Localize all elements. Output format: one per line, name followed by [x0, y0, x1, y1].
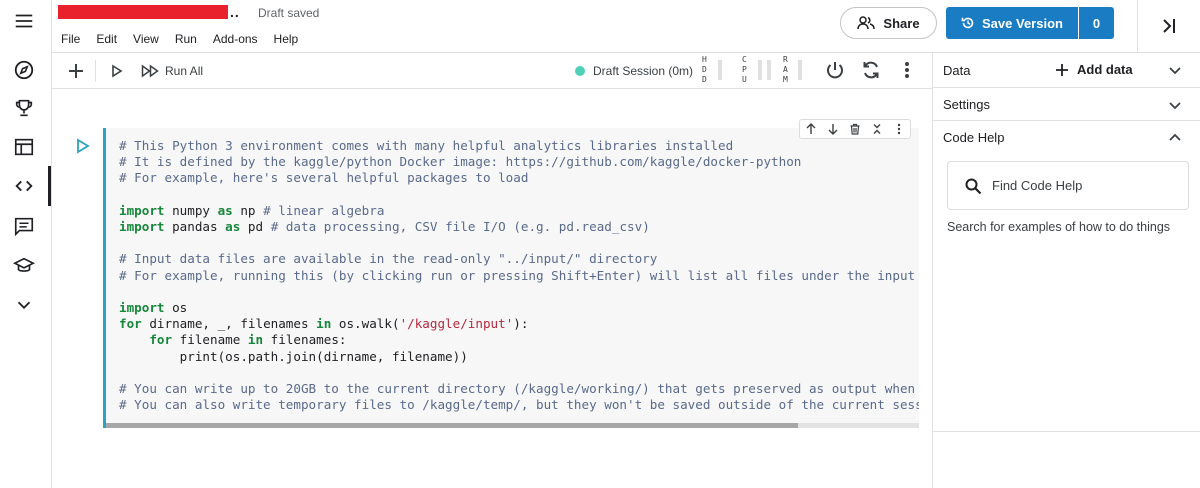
right-panel: Data Add data Settings Code Help Find Co…: [932, 53, 1200, 488]
panel-divider: [933, 431, 1200, 432]
history-icon: [961, 17, 974, 29]
chevron-down-icon: [1169, 67, 1181, 75]
find-code-help-placeholder: Find Code Help: [992, 178, 1083, 193]
session-status-dot: [575, 66, 585, 76]
fast-forward-icon: [141, 64, 159, 78]
code-line: # You can write up to 20GB to the curren…: [119, 381, 919, 397]
move-down-icon[interactable]: [827, 123, 839, 135]
code-line: for filename in filenames:: [149, 332, 347, 348]
left-rail: [0, 0, 52, 488]
notebook-title-redacted[interactable]: [58, 5, 228, 19]
active-indicator: [48, 166, 51, 206]
data-section-label: Data: [943, 62, 971, 78]
toolbar-separator: [95, 60, 96, 82]
menu-help[interactable]: Help: [274, 32, 299, 46]
title-ellipsis: ..: [230, 4, 240, 20]
draft-status: Draft saved: [258, 6, 320, 20]
power-icon[interactable]: [824, 59, 846, 86]
code-cell[interactable]: # This Python 3 environment comes with m…: [103, 128, 919, 428]
chevron-down-icon[interactable]: [0, 287, 48, 323]
add-data-button[interactable]: Add data: [1055, 62, 1133, 77]
code-line: # Input data files are available in the …: [119, 251, 658, 267]
code-line: print(os.path.join(dirname, filename)): [119, 348, 468, 364]
menu-view[interactable]: View: [133, 32, 159, 46]
cpu-meter-label: CPU: [742, 55, 747, 84]
menu-icon[interactable]: [0, 3, 48, 39]
run-cell-button[interactable]: [111, 60, 123, 82]
plus-icon: [69, 64, 83, 78]
session-status[interactable]: Draft Session (0m): [575, 64, 693, 78]
code-line: import os: [119, 300, 188, 316]
code-editor[interactable]: # This Python 3 environment comes with m…: [119, 138, 919, 413]
menu-addons[interactable]: Add-ons: [213, 32, 258, 46]
code-help-description: Search for examples of how to do things: [947, 220, 1171, 234]
settings-section-header[interactable]: Settings: [933, 88, 1200, 121]
code-line: # For example, here's several helpful pa…: [119, 170, 529, 186]
hdd-meter-label: HDD: [702, 55, 707, 84]
run-all-button[interactable]: Run All: [141, 60, 203, 82]
run-cell-icon[interactable]: [76, 138, 90, 159]
code-help-label: Code Help: [943, 130, 1005, 145]
data-section-header[interactable]: Data Add data: [933, 53, 1200, 88]
school-icon[interactable]: [0, 248, 48, 284]
share-label: Share: [883, 15, 920, 31]
code-line: import numpy as np # linear algebra: [119, 202, 385, 218]
version-count-button[interactable]: 0: [1079, 7, 1114, 39]
cell-more-icon[interactable]: [893, 123, 905, 135]
refresh-icon[interactable]: [860, 59, 882, 86]
cell-toolbar: [799, 119, 911, 139]
settings-label: Settings: [943, 96, 990, 112]
delete-icon[interactable]: [849, 123, 861, 135]
code-line: # For example, running this (by clicking…: [119, 267, 919, 283]
hdd-meter-bar: [718, 60, 722, 80]
move-up-icon[interactable]: [805, 123, 817, 135]
ram-meter-bar: [798, 60, 802, 80]
more-options-icon[interactable]: [898, 59, 916, 86]
toolbar-divider: [52, 88, 933, 89]
cpu-meter-bar: [758, 60, 762, 80]
chevron-up-icon: [1169, 133, 1181, 141]
code-line: import pandas as pd # data processing, C…: [119, 219, 650, 235]
collapse-cell-icon[interactable]: [871, 123, 883, 135]
code-icon[interactable]: [0, 168, 48, 204]
people-icon: [857, 16, 876, 30]
code-help-section-header[interactable]: Code Help: [933, 121, 1200, 154]
table-icon[interactable]: [0, 129, 48, 165]
menu-edit[interactable]: Edit: [96, 32, 117, 46]
share-button[interactable]: Share: [840, 7, 937, 39]
compass-icon[interactable]: [0, 52, 48, 88]
add-cell-button[interactable]: [66, 60, 86, 82]
menu-bar: File Edit View Run Add-ons Help: [61, 32, 314, 46]
horizontal-scrollbar[interactable]: [106, 423, 919, 428]
collapse-right-icon: [1163, 19, 1175, 33]
add-data-label: Add data: [1077, 62, 1133, 77]
session-label: Draft Session (0m): [593, 64, 694, 78]
code-line: # This Python 3 environment comes with m…: [119, 138, 734, 153]
cpu-meter-bar-2: [767, 60, 771, 80]
menu-file[interactable]: File: [61, 32, 80, 46]
find-code-help-input[interactable]: Find Code Help: [947, 161, 1189, 210]
save-version-button[interactable]: Save Version: [946, 7, 1078, 39]
plus-icon: [1056, 63, 1068, 76]
ram-meter-label: RAM: [783, 55, 788, 84]
code-line: # You can also write temporary files to …: [119, 397, 919, 413]
code-line: # It is defined by the kaggle/python Doc…: [119, 154, 802, 170]
save-version-label: Save Version: [982, 15, 1063, 31]
code-line: for dirname, _, filenames in os.walk('/k…: [119, 316, 529, 332]
run-all-label: Run All: [165, 64, 204, 78]
play-icon: [112, 64, 123, 78]
trophy-icon[interactable]: [0, 90, 48, 126]
comment-icon[interactable]: [0, 208, 48, 244]
scrollbar-thumb[interactable]: [106, 423, 798, 428]
chevron-down-icon: [1169, 102, 1181, 110]
collapse-panel-button[interactable]: [1137, 0, 1200, 52]
search-icon: [965, 178, 982, 194]
menu-run[interactable]: Run: [175, 32, 197, 46]
